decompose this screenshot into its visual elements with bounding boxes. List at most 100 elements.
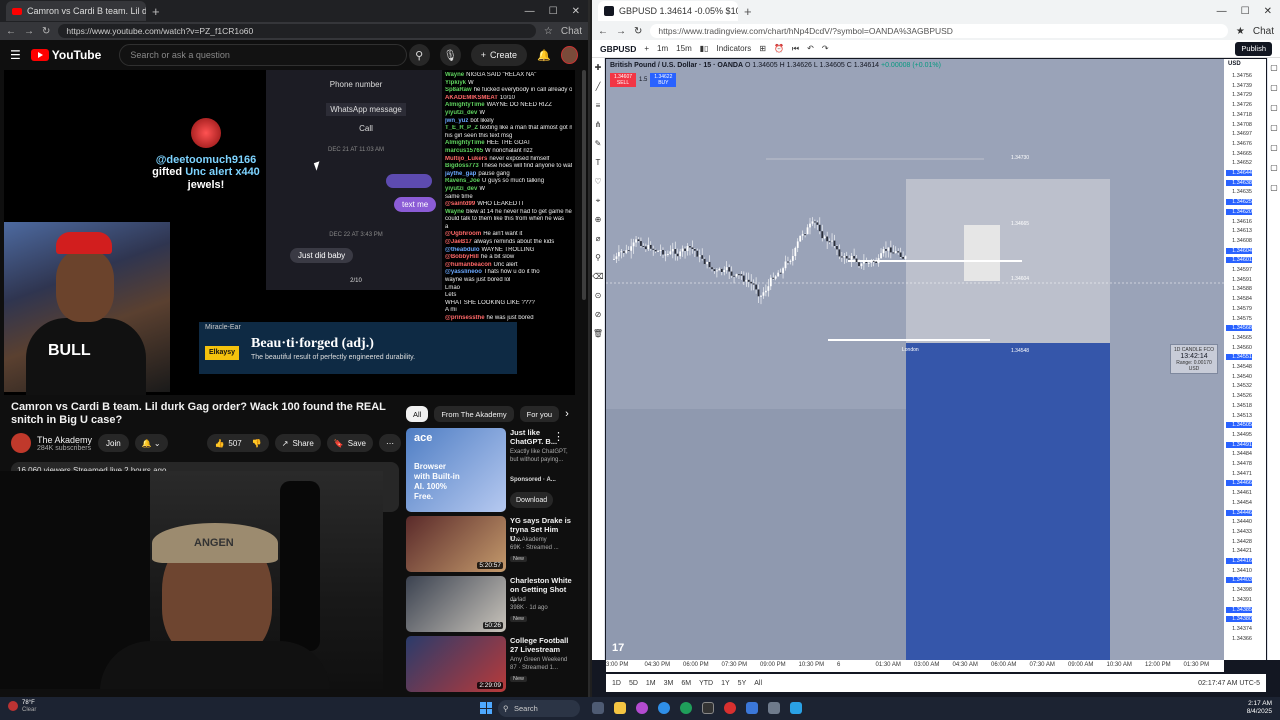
hide-icon[interactable]: ⊘ <box>592 305 604 324</box>
video-thumbnail[interactable]: 2:29:09 <box>406 636 506 692</box>
eye-icon[interactable]: ⊙ <box>592 286 604 305</box>
close-window-icon[interactable]: ✕ <box>572 6 580 17</box>
watchlist-icon[interactable]: ▢ <box>1268 58 1280 78</box>
star-icon[interactable]: ★ <box>1236 26 1245 37</box>
search-input[interactable]: Search or ask a question <box>119 44 407 66</box>
video-thumbnail[interactable]: 5:20:57 <box>406 516 506 572</box>
time-axis[interactable]: 3:00 PM 04:30 PM 06:00 PM 07:30 PM 09:00 PM 1… <box>606 660 1224 672</box>
maximize-icon[interactable]: ☐ <box>1241 6 1250 17</box>
video-thumbnail[interactable]: 50:26 <box>406 576 506 632</box>
weather-widget[interactable]: 78°F Clear <box>8 700 36 714</box>
publish-button[interactable]: Publish <box>1235 41 1272 56</box>
app-icon[interactable] <box>768 702 780 714</box>
store-icon[interactable] <box>746 702 758 714</box>
range-button-1d[interactable]: 1D <box>612 680 621 687</box>
zoom-icon[interactable]: ⊕ <box>592 210 604 229</box>
edge-icon[interactable] <box>658 702 670 714</box>
recommendation-item[interactable]: 2:29:09 College Football 27 Livestream A… <box>406 636 576 692</box>
recommendation-item[interactable]: 5:20:57 YG says Drake is tryna Set Him U… <box>406 516 576 572</box>
recommendation-item[interactable]: 50:26 Charleston White on Getting Shot .… <box>406 576 576 632</box>
account-avatar[interactable] <box>560 46 578 64</box>
save-button[interactable]: 🔖 Save <box>326 434 373 452</box>
chevron-right-icon[interactable]: › <box>565 408 569 420</box>
new-tab-button[interactable]: + <box>744 4 752 19</box>
start-button-windows-icon[interactable] <box>480 702 492 714</box>
voice-search-icon[interactable]: 🎙 <box>439 44 461 66</box>
address-bar[interactable]: https://www.youtube.com/watch?v=PZ_f1CR1… <box>58 24 536 38</box>
fib-icon[interactable]: ≡ <box>592 96 604 115</box>
replay-icon[interactable]: ⏮ <box>792 44 799 54</box>
minimize-icon[interactable]: — <box>1217 6 1227 17</box>
back-icon[interactable]: ← <box>598 26 608 37</box>
pattern-icon[interactable]: ♡ <box>592 172 604 191</box>
alerts-icon[interactable]: ▢ <box>1268 78 1280 98</box>
price-axis[interactable]: USD 1.34756 1.34739 1.34729 1.34726 1.34718 1… <box>1224 59 1266 660</box>
video-ad-banner[interactable]: Miracle-Ear Elkaysy Beau·ti·forged (adj.… <box>199 322 517 374</box>
data-window-icon[interactable]: ▢ <box>1268 98 1280 118</box>
measure-icon[interactable]: ⌖ <box>592 191 604 210</box>
browser-tab-youtube[interactable]: Camron vs Cardi B team. Lil d... ✕ <box>6 1 146 21</box>
layout-icon[interactable]: ⊞ <box>759 44 766 53</box>
snipping-tool-icon[interactable] <box>790 702 802 714</box>
reload-icon[interactable]: ↻ <box>634 26 642 37</box>
sell-button[interactable]: 1.34607 SELL <box>610 73 636 87</box>
interval-1m[interactable]: 1m <box>657 44 668 53</box>
minimize-icon[interactable]: — <box>525 6 535 17</box>
add-symbol-icon[interactable]: + <box>644 44 649 53</box>
browser-tab-tradingview[interactable]: GBPUSD 1.34614 -0.05% $100... ✕ <box>598 1 738 21</box>
price-chart[interactable]: 1.34730 1.34665 1.34604 1.34548 London Briti… <box>606 59 1224 660</box>
share-button[interactable]: ↗ Share <box>274 434 321 452</box>
chip-all[interactable]: All <box>406 406 429 422</box>
ideas-icon[interactable]: ▢ <box>1268 138 1280 158</box>
chart-type-icon[interactable]: ▮▯ <box>700 44 709 53</box>
thumbs-down-icon[interactable]: 👎 <box>252 439 262 448</box>
buy-button[interactable]: 1.34622 BUY <box>650 73 677 87</box>
sponsored-ad-card[interactable]: ace Browser with Built-in AI. 100% Free.… <box>406 428 576 512</box>
chip-from-the-akademy[interactable]: From The Akademy <box>434 406 514 422</box>
more-actions-icon[interactable]: ⋯ <box>379 434 401 452</box>
lock-icon[interactable]: ⚲ <box>592 248 604 267</box>
forward-icon[interactable]: → <box>616 26 626 37</box>
system-clock[interactable]: 2:17 AM 8/4/2025 <box>1247 700 1272 716</box>
chip-for-you[interactable]: For you <box>519 406 560 422</box>
back-icon[interactable]: ← <box>6 26 16 37</box>
range-button-6m[interactable]: 6M <box>681 680 691 687</box>
indicators-button[interactable]: Indicators <box>717 44 752 53</box>
taskbar-search[interactable]: ⚲ Search <box>498 700 580 717</box>
subscribed-bell-button[interactable]: 🔔 ⌄ <box>134 434 168 452</box>
text-icon[interactable]: T <box>592 153 604 172</box>
alert-icon[interactable]: ⏰ <box>774 44 784 53</box>
crosshair-icon[interactable]: ✚ <box>592 58 604 77</box>
like-button[interactable]: 👍 507 👎 <box>207 434 269 452</box>
join-button[interactable]: Join <box>98 434 129 452</box>
reload-icon[interactable]: ↻ <box>42 26 50 37</box>
close-window-icon[interactable]: ✕ <box>1264 6 1272 17</box>
range-button-1m[interactable]: 1M <box>646 680 656 687</box>
calendar-icon[interactable]: ▢ <box>1268 118 1280 138</box>
forward-icon[interactable]: → <box>24 26 34 37</box>
interval-15m[interactable]: 15m <box>676 44 692 53</box>
chrome-icon[interactable] <box>680 702 692 714</box>
range-button-1y[interactable]: 1Y <box>721 680 730 687</box>
new-tab-button[interactable]: + <box>152 4 160 19</box>
notifications-bell-icon[interactable]: 🔔 <box>537 49 551 62</box>
range-button-all[interactable]: All <box>754 680 762 687</box>
channel-name[interactable]: The Akademy <box>37 435 92 445</box>
tradingview-logo-icon[interactable]: 17 <box>612 642 624 654</box>
range-button-5d[interactable]: 5D <box>629 680 638 687</box>
ad-download-button[interactable]: Download <box>510 492 554 508</box>
chat-icon[interactable]: ▢ <box>1268 158 1280 178</box>
task-view-icon[interactable] <box>592 702 604 714</box>
undo-icon[interactable]: ↶ <box>807 44 814 53</box>
trash-icon[interactable]: 🗑 <box>592 324 604 343</box>
copilot-icon[interactable] <box>636 702 648 714</box>
file-explorer-icon[interactable] <box>614 702 626 714</box>
help-icon[interactable]: ▢ <box>1268 178 1280 198</box>
symbol-search[interactable]: GBPUSD <box>600 44 636 54</box>
search-icon[interactable]: ⚲ <box>408 44 430 66</box>
ad-more-icon[interactable]: ⋮ <box>553 430 564 443</box>
profile-button[interactable]: Chat <box>561 26 582 37</box>
redo-icon[interactable]: ↷ <box>822 44 829 53</box>
address-bar[interactable]: https://www.tradingview.com/chart/hNp4Dc… <box>650 24 1228 38</box>
pitchfork-icon[interactable]: ⋔ <box>592 115 604 134</box>
